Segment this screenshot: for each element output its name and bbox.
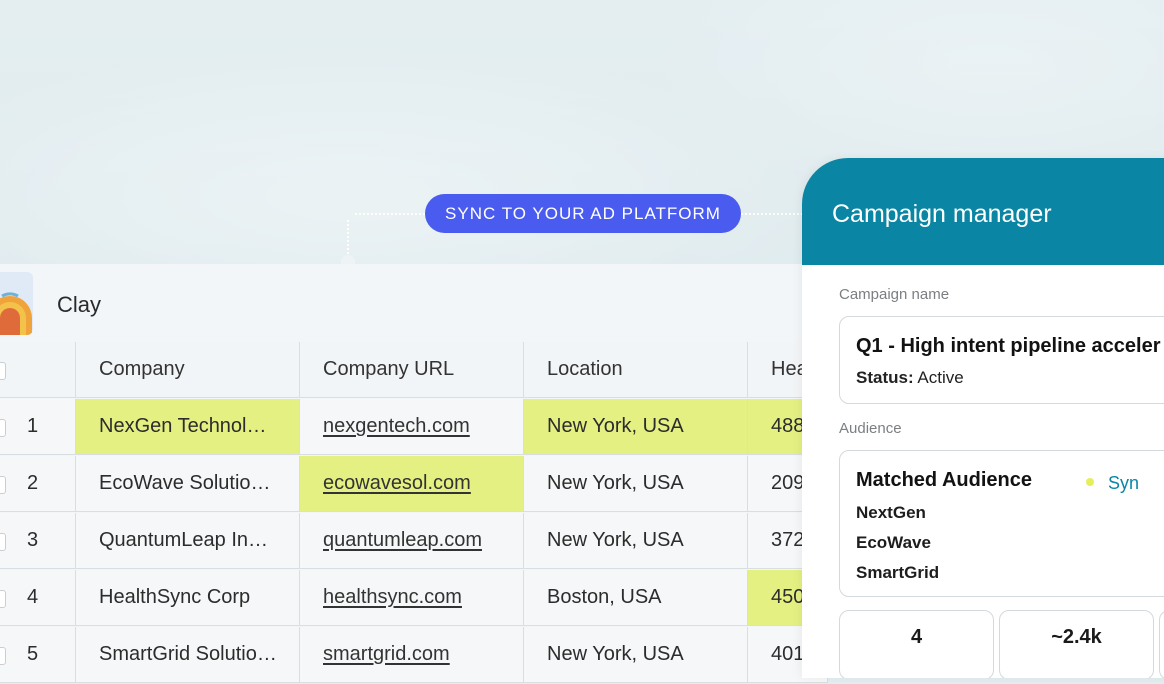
connector-line-right	[741, 213, 803, 215]
row-checkbox[interactable]	[0, 476, 6, 494]
row-number-label: 5	[27, 643, 39, 665]
select-all-checkbox[interactable]	[0, 362, 6, 380]
row-number-label: 2	[27, 472, 39, 494]
row-number-label: 4	[27, 586, 39, 608]
connector-line-left	[355, 213, 425, 215]
url-cell[interactable]: quantumleap.com	[300, 513, 524, 569]
location-cell[interactable]: New York, USA	[524, 513, 748, 569]
location-cell[interactable]: Boston, USA	[524, 570, 748, 626]
column-header-location[interactable]: Location	[524, 342, 748, 398]
company-url-link[interactable]: smartgrid.com	[323, 643, 450, 666]
clay-title: Clay	[57, 292, 102, 317]
row-number: 1	[0, 399, 76, 455]
row-number: 5	[0, 627, 76, 683]
audience-item: SmartGrid	[856, 563, 940, 582]
row-checkbox[interactable]	[0, 419, 6, 437]
audience-label: Audience	[839, 420, 902, 437]
row-number-header	[0, 342, 76, 398]
row-number: 4	[0, 570, 76, 626]
stat-card-audience-size: ~2.4k	[999, 610, 1154, 678]
company-cell[interactable]: SmartGrid Solutio…	[76, 627, 300, 683]
audience-item: EcoWave	[856, 533, 931, 552]
clay-logo-icon	[0, 272, 33, 335]
company-cell[interactable]: NexGen Technol…	[76, 399, 300, 455]
company-url-link[interactable]: quantumleap.com	[323, 529, 482, 552]
campaign-manager-panel: Campaign manager Campaign name Q1 - High…	[802, 158, 1164, 678]
row-number-label: 3	[27, 529, 39, 551]
url-cell[interactable]: ecowavesol.com	[300, 456, 524, 512]
row-checkbox[interactable]	[0, 647, 6, 665]
campaign-name-value: Q1 - High intent pipeline acceler	[856, 335, 1161, 357]
campaign-manager-title: Campaign manager	[832, 200, 1052, 228]
status-value: Active	[917, 368, 964, 387]
row-number: 2	[0, 456, 76, 512]
row-number-label: 1	[27, 415, 39, 437]
stat-card-extra	[1159, 610, 1164, 678]
company-url-link[interactable]: nexgentech.com	[323, 415, 470, 438]
campaign-name-label: Campaign name	[839, 286, 950, 303]
status-key: Status:	[856, 368, 914, 387]
url-cell[interactable]: healthsync.com	[300, 570, 524, 626]
matched-audience-card[interactable]: Matched Audience Syn NextGen EcoWave Sma…	[839, 450, 1164, 597]
location-cell[interactable]: New York, USA	[524, 627, 748, 683]
row-number: 3	[0, 513, 76, 569]
sync-status-dot-icon	[1086, 478, 1094, 486]
company-cell[interactable]: QuantumLeap In…	[76, 513, 300, 569]
url-cell[interactable]: smartgrid.com	[300, 627, 524, 683]
campaign-manager-header: Campaign manager	[802, 158, 1164, 265]
location-cell[interactable]: New York, USA	[524, 399, 748, 455]
campaign-status: Status: Active	[856, 368, 964, 388]
sync-to-ad-platform-button[interactable]: SYNC TO YOUR AD PLATFORM	[425, 194, 741, 233]
audience-item: NextGen	[856, 503, 926, 522]
connector-line-vertical	[347, 220, 349, 258]
column-header-company[interactable]: Company	[76, 342, 300, 398]
sync-status-label: Syn	[1108, 473, 1140, 493]
company-url-link[interactable]: healthsync.com	[323, 586, 462, 609]
stat-card-companies: 4	[839, 610, 994, 678]
company-cell[interactable]: EcoWave Solutio…	[76, 456, 300, 512]
company-cell[interactable]: HealthSync Corp	[76, 570, 300, 626]
company-url-link[interactable]: ecowavesol.com	[323, 472, 471, 495]
url-cell[interactable]: nexgentech.com	[300, 399, 524, 455]
column-header-company-url[interactable]: Company URL	[300, 342, 524, 398]
location-cell[interactable]: New York, USA	[524, 456, 748, 512]
sync-status: Syn	[1086, 473, 1140, 494]
campaign-name-card[interactable]: Q1 - High intent pipeline acceler Status…	[839, 316, 1164, 404]
clay-table-panel: Clay Company Company URL Location Hea 1 …	[0, 264, 828, 683]
row-checkbox[interactable]	[0, 533, 6, 551]
matched-audience-title: Matched Audience	[856, 469, 1032, 491]
row-checkbox[interactable]	[0, 590, 6, 608]
clay-header: Clay	[0, 264, 820, 342]
